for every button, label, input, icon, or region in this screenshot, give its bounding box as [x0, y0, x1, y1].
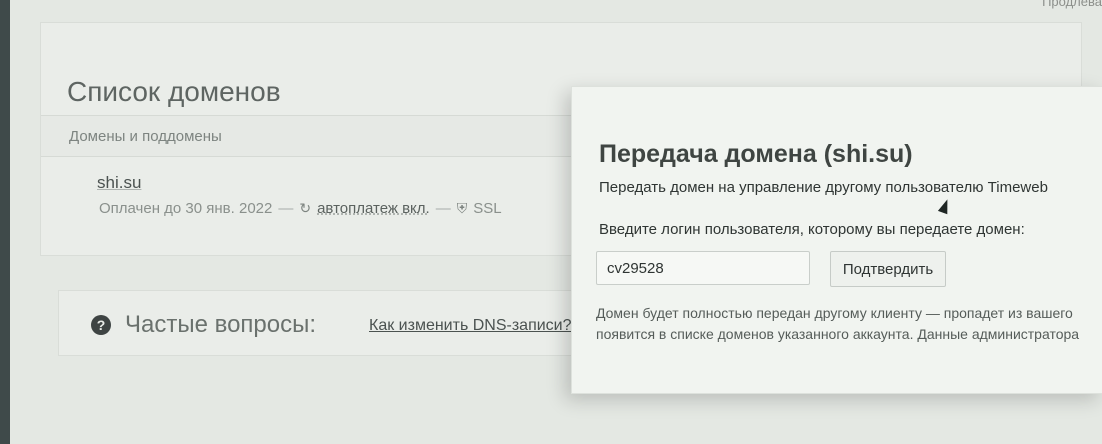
shield-icon: ⛨	[456, 200, 468, 216]
login-input[interactable]	[596, 251, 810, 285]
ssl-label[interactable]: SSL	[473, 200, 501, 217]
login-field-label: Введите логин пользователя, которому вы …	[599, 221, 1025, 238]
modal-title: Передача домена (shi.su)	[599, 139, 913, 168]
modal-description: Передать домен на управление другому пол…	[599, 179, 1048, 196]
modal-note-line: Домен будет полностью передан другому кл…	[596, 305, 1073, 321]
meta-separator: —	[278, 200, 294, 217]
faq-title: Частые вопросы:	[125, 311, 317, 338]
paid-until-text: Оплачен до 30 янв. 2022	[99, 200, 273, 217]
transfer-domain-modal: Передача домена (shi.su) Передать домен …	[571, 86, 1102, 394]
meta-separator: —	[435, 200, 451, 217]
modal-note-line: появится в списке доменов указанного акк…	[596, 326, 1080, 342]
subheader-label: Домены и поддомены	[69, 128, 222, 145]
domain-meta: Оплачен до 30 янв. 2022 — ↻ автоплатеж в…	[99, 200, 502, 217]
page-title: Список доменов	[67, 75, 281, 107]
domain-link[interactable]: shi.su	[97, 173, 141, 193]
question-circle-icon: ?	[91, 315, 111, 335]
confirm-button[interactable]: Подтвердить	[830, 251, 946, 287]
autopay-link[interactable]: автоплатеж вкл.	[317, 200, 430, 217]
faq-link-dns[interactable]: Как изменить DNS-записи?	[369, 317, 572, 335]
mouse-pointer-icon	[937, 197, 953, 215]
refresh-icon: ↻	[299, 200, 312, 216]
modal-note: Домен будет полностью передан другому кл…	[596, 303, 1102, 345]
corner-label: Продлева	[1042, 0, 1102, 9]
